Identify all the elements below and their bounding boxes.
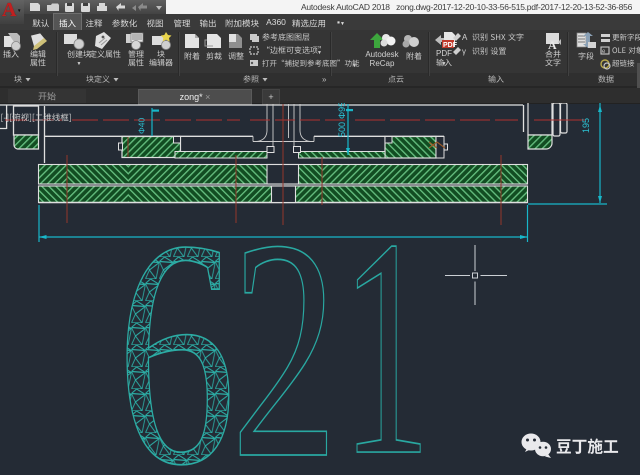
svg-text:γ: γ [462,47,466,56]
svg-text:6: 6 [117,173,236,475]
svg-text:1: 1 [341,175,431,475]
svg-text:Φ95: Φ95 [337,103,347,119]
svg-text:PDF: PDF [443,42,458,49]
svg-text:Φ40: Φ40 [137,117,147,134]
svg-text:500: 500 [337,122,347,137]
svg-text:2: 2 [231,176,339,475]
svg-text:A: A [462,33,468,42]
svg-text:A: A [548,38,557,52]
svg-text:195: 195 [581,118,591,133]
